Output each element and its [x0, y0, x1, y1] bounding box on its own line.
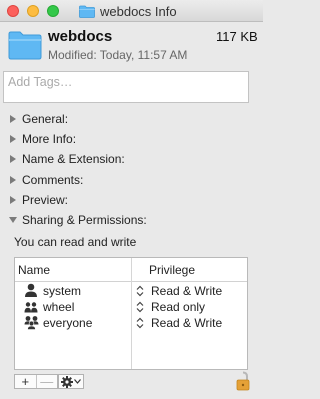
- privilege-popup[interactable]: Read only: [151, 300, 205, 314]
- section-label: Preview:: [22, 193, 69, 207]
- section-label: Name & Extension:: [22, 152, 125, 166]
- zoom-window-button[interactable]: [47, 5, 59, 17]
- section-label: More Info:: [22, 132, 77, 146]
- disclosure-triangle-icon[interactable]: [8, 195, 18, 205]
- single-user-icon: [25, 283, 37, 297]
- user-name: system: [43, 284, 82, 298]
- privilege-popup[interactable]: Read & Write: [151, 316, 222, 330]
- section-sharing-permissions[interactable]: Sharing & Permissions:: [8, 212, 147, 228]
- add-remove-group: + —: [14, 374, 58, 389]
- disclosure-triangle-icon[interactable]: [8, 134, 18, 144]
- group-icon: [24, 302, 38, 313]
- updown-arrows-icon[interactable]: [136, 301, 144, 313]
- privilege-popup[interactable]: Read & Write: [151, 284, 222, 298]
- user-name: everyone: [43, 316, 93, 330]
- table-row[interactable]: system Read & Write: [15, 283, 247, 299]
- section-label: General:: [22, 112, 69, 126]
- section-general[interactable]: General:: [8, 111, 68, 127]
- section-preview[interactable]: Preview:: [8, 192, 68, 208]
- disclosure-triangle-expanded-icon[interactable]: [8, 215, 18, 225]
- table-row[interactable]: wheel Read only: [15, 299, 247, 315]
- disclosure-triangle-icon[interactable]: [8, 114, 18, 124]
- close-window-button[interactable]: [7, 5, 19, 17]
- lock-icon[interactable]: [235, 370, 251, 392]
- add-user-button[interactable]: +: [15, 375, 37, 388]
- column-header-privilege[interactable]: Privilege: [149, 263, 195, 277]
- tags-field[interactable]: Add Tags…: [3, 71, 249, 103]
- folder-icon: [8, 31, 42, 60]
- modified-date: Modified: Today, 11:57 AM: [48, 48, 188, 62]
- minimize-window-button[interactable]: [27, 5, 39, 17]
- permission-summary: You can read and write: [14, 235, 137, 249]
- section-more-info[interactable]: More Info:: [8, 131, 76, 147]
- disclosure-triangle-icon[interactable]: [8, 175, 18, 185]
- title-bar: webdocs Info: [0, 0, 263, 22]
- small-folder-icon: [79, 5, 95, 18]
- section-comments[interactable]: Comments:: [8, 172, 83, 188]
- disclosure-triangle-icon[interactable]: [8, 154, 18, 164]
- section-label: Comments:: [22, 173, 84, 187]
- chevron-down-icon: [74, 379, 81, 384]
- everyone-icon: [24, 316, 39, 330]
- window-title: webdocs Info: [79, 3, 177, 19]
- gear-icon: [61, 375, 73, 388]
- file-name: webdocs: [48, 28, 113, 45]
- file-header: webdocs 117 KB Modified: Today, 11:57 AM: [0, 22, 263, 70]
- column-header-name[interactable]: Name: [18, 263, 50, 277]
- user-name: wheel: [43, 300, 75, 314]
- section-name-extension[interactable]: Name & Extension:: [8, 151, 125, 167]
- section-label: Sharing & Permissions:: [22, 213, 147, 227]
- action-menu-button[interactable]: [58, 374, 84, 389]
- permissions-table: Name Privilege system Read & Write wheel…: [14, 257, 248, 370]
- updown-arrows-icon[interactable]: [136, 317, 144, 329]
- file-size: 117 KB: [216, 29, 258, 44]
- table-row[interactable]: everyone Read & Write: [15, 315, 247, 331]
- window-title-text: webdocs Info: [100, 3, 177, 19]
- updown-arrows-icon[interactable]: [136, 285, 144, 297]
- remove-user-button[interactable]: —: [37, 375, 58, 388]
